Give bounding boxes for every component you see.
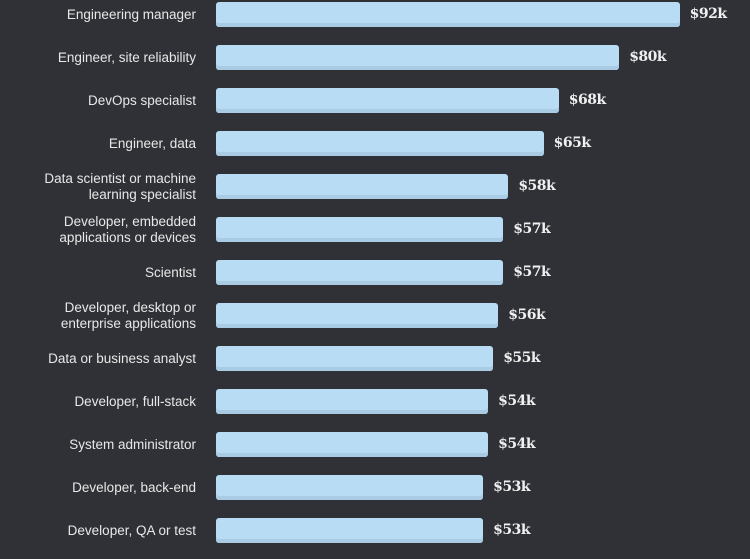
bar: [216, 2, 680, 27]
bar-row: Developer, full-stack $54k: [0, 387, 750, 430]
bar-row: Developer, QA or test $53k: [0, 516, 750, 559]
bar: [216, 217, 504, 242]
bar: [216, 45, 620, 70]
value-label: $55k: [503, 350, 541, 366]
bar: [216, 88, 559, 113]
value-label: $92k: [689, 6, 727, 22]
bar: [216, 389, 489, 414]
bar: [216, 260, 504, 285]
value-label: $57k: [513, 264, 551, 280]
salary-bar-chart: Engineering manager $92k Engineer, site re…: [0, 0, 750, 551]
bar: [216, 518, 484, 543]
value-label: $54k: [498, 393, 536, 409]
value-label: $53k: [493, 479, 531, 495]
bar-row: Engineer, site reliability $80k: [0, 43, 750, 86]
bar-row: Developer, embedded applications or devi…: [0, 213, 750, 258]
bar-row: Scientist $57k: [0, 258, 750, 301]
bar-row: Engineer, data $65k: [0, 129, 750, 172]
category-label: Scientist: [144, 264, 196, 280]
bar-row: Developer, desktop or enterprise applica…: [0, 299, 750, 344]
bar-row: System administrator $54k: [0, 430, 750, 473]
value-label: $56k: [508, 307, 546, 323]
bar: [216, 131, 544, 156]
bar: [216, 475, 484, 500]
value-label: $80k: [629, 49, 667, 65]
bar: [216, 432, 489, 457]
category-label: Data scientist or machine learning speci…: [44, 170, 196, 202]
value-label: $57k: [513, 221, 551, 237]
bar: [216, 303, 499, 328]
bar: [216, 346, 494, 371]
bar-row: Developer, back-end $53k: [0, 473, 750, 516]
bar-row: Data scientist or machine learning speci…: [0, 170, 750, 215]
category-label: Engineer, site reliability: [57, 49, 196, 65]
category-label: Engineering manager: [66, 6, 196, 22]
category-label: Developer, back-end: [72, 479, 196, 495]
bar-row: Data or business analyst $55k: [0, 344, 750, 387]
bar-row: Engineering manager $92k: [0, 0, 750, 43]
category-label: DevOps specialist: [87, 92, 196, 108]
category-label: Developer, desktop or enterprise applica…: [60, 299, 196, 331]
bar-row: DevOps specialist $68k: [0, 86, 750, 129]
category-label: Developer, embedded applications or devi…: [59, 213, 196, 245]
category-label: Engineer, data: [108, 135, 196, 151]
category-label: System administrator: [69, 436, 196, 452]
value-label: $53k: [493, 522, 531, 538]
value-label: $68k: [568, 92, 606, 108]
category-label: Developer, QA or test: [67, 522, 196, 538]
bar: [216, 174, 509, 199]
value-label: $65k: [553, 135, 591, 151]
value-label: $54k: [498, 436, 536, 452]
value-label: $58k: [518, 178, 556, 194]
category-label: Data or business analyst: [48, 350, 196, 366]
category-label: Developer, full-stack: [74, 393, 196, 409]
